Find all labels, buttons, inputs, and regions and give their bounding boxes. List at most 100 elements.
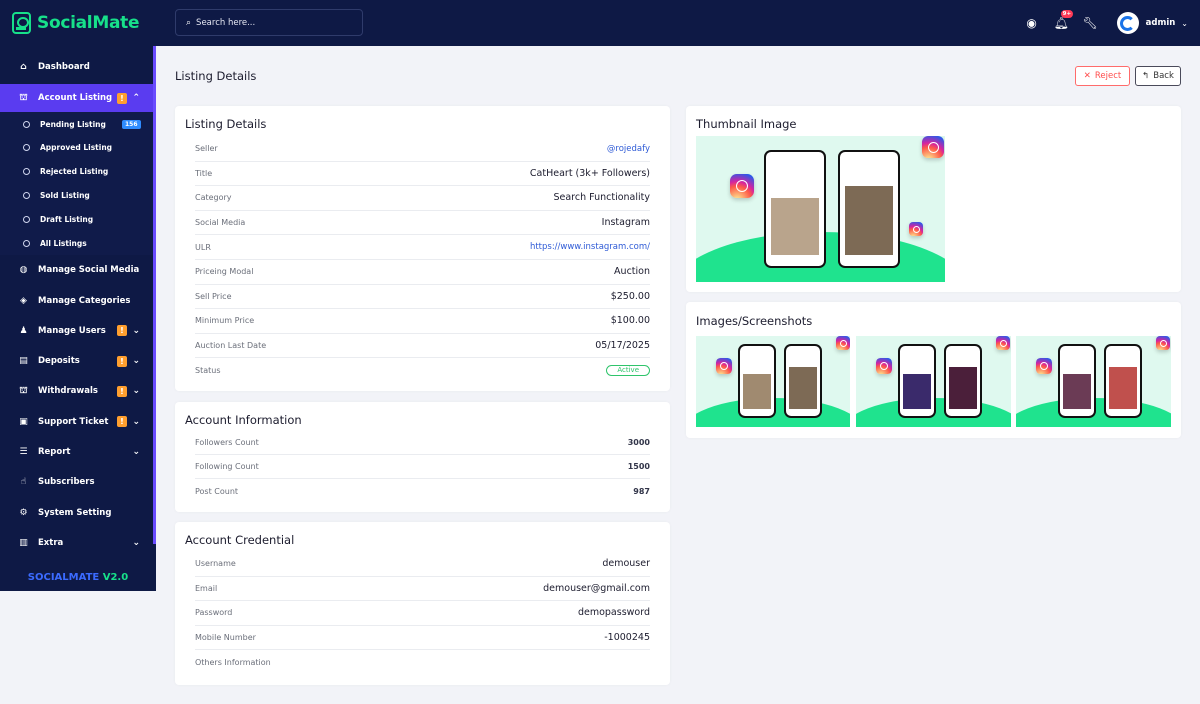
avatar[interactable] bbox=[1116, 12, 1139, 34]
info-value: 3000 bbox=[627, 438, 650, 447]
credential-row-others: Others Information bbox=[195, 650, 650, 675]
credential-label: Password bbox=[195, 608, 233, 618]
back-button[interactable]: ↰ Back bbox=[1135, 66, 1181, 86]
sidebar-item-manage-users[interactable]: ♟ Manage Users ! ⌄ bbox=[0, 316, 156, 346]
submenu-item-rejected-listing[interactable]: Rejected Listing bbox=[0, 160, 156, 184]
thumbnail-image[interactable] bbox=[696, 136, 945, 282]
submenu-item-draft-listing[interactable]: Draft Listing bbox=[0, 207, 156, 231]
detail-label: ULR bbox=[195, 242, 211, 252]
card-title: Account Information bbox=[185, 413, 302, 427]
warning-badge: ! bbox=[117, 416, 127, 428]
warning-badge: ! bbox=[117, 325, 127, 337]
sidebar-item-manage-categories[interactable]: ◈ Manage Categories bbox=[0, 285, 156, 315]
credential-label: Others Information bbox=[195, 658, 271, 668]
info-row-followers: Followers Count 3000 bbox=[195, 431, 650, 455]
detail-row-auction-last-date: Auction Last Date 05/17/2025 bbox=[195, 334, 650, 359]
instagram-icon bbox=[1156, 336, 1170, 350]
card-title: Thumbnail Image bbox=[696, 117, 797, 131]
sidebar-item-extra[interactable]: ▥ Extra ⌄ bbox=[0, 528, 156, 558]
seller-link[interactable]: @rojedafy bbox=[607, 144, 650, 154]
globe-language-icon[interactable]: ◉ bbox=[1025, 16, 1039, 30]
detail-label: Sell Price bbox=[195, 291, 232, 301]
account-credential-card: Account Credential Username demouser Ema… bbox=[175, 522, 670, 685]
url-link[interactable]: https://www.instagram.com/ bbox=[530, 242, 650, 252]
submenu-item-label: Pending Listing bbox=[40, 119, 106, 129]
screenshot-image[interactable] bbox=[856, 336, 1011, 427]
card-title: Images/Screenshots bbox=[696, 314, 813, 328]
info-label: Following Count bbox=[195, 462, 259, 471]
phone-mockup bbox=[838, 150, 900, 268]
warning-badge: ! bbox=[117, 92, 127, 104]
count-badge: 156 bbox=[122, 119, 141, 129]
detail-row-category: Category Search Functionality bbox=[195, 186, 650, 211]
bell-icon[interactable]: 🔔︎ 9+ bbox=[1054, 10, 1074, 30]
detail-row-title: Title CatHeart (3k+ Followers) bbox=[195, 162, 650, 187]
detail-value: $250.00 bbox=[610, 290, 650, 302]
search-box[interactable]: ⌕ bbox=[175, 9, 363, 36]
account-credential-list: Username demouser Email demouser@gmail.c… bbox=[175, 552, 670, 675]
card-title: Listing Details bbox=[185, 117, 267, 131]
sidebar-item-withdrawals[interactable]: ⛫ Withdrawals ! ⌄ bbox=[0, 376, 156, 406]
sidebar-item-dashboard[interactable]: ⌂ Dashboard bbox=[0, 52, 156, 82]
submenu-item-approved-listing[interactable]: Approved Listing bbox=[0, 136, 156, 160]
close-icon: ✕ bbox=[1083, 71, 1091, 81]
sidebar-item-label: Manage Social Media bbox=[38, 265, 140, 276]
screenshot-image[interactable] bbox=[696, 336, 850, 427]
instagram-icon bbox=[836, 336, 850, 350]
globe-icon: ◍ bbox=[19, 265, 28, 276]
sidebar-item-report[interactable]: ☰ Report ⌄ bbox=[0, 437, 156, 467]
credential-label: Email bbox=[195, 583, 218, 593]
sidebar-scrollbar[interactable] bbox=[153, 46, 156, 544]
credential-row-password: Password demopassword bbox=[195, 601, 650, 626]
sidebar-item-account-listing[interactable]: ⛫ Account Listing ! ⌃ bbox=[0, 84, 156, 113]
submenu-item-label: Approved Listing bbox=[40, 143, 113, 153]
sidebar-item-system-setting[interactable]: ⚙ System Setting bbox=[0, 497, 156, 527]
sidebar-item-manage-social-media[interactable]: ◍ Manage Social Media bbox=[0, 255, 156, 285]
warning-badge: ! bbox=[117, 385, 127, 397]
user-name[interactable]: admin bbox=[1146, 18, 1176, 28]
detail-row-url: ULR https://www.instagram.com/ bbox=[195, 235, 650, 260]
detail-label: Priceing Modal bbox=[195, 267, 254, 277]
detail-value: CatHeart (3k+ Followers) bbox=[529, 167, 650, 179]
brand[interactable]: SocialMate bbox=[0, 0, 156, 46]
circle-icon bbox=[23, 168, 30, 176]
phone-mockup bbox=[898, 344, 936, 418]
detail-label: Social Media bbox=[195, 218, 246, 228]
back-arrow-icon: ↰ bbox=[1142, 71, 1150, 81]
brand-name: SocialMate bbox=[37, 13, 140, 33]
circle-icon bbox=[23, 239, 30, 247]
circle-icon bbox=[23, 192, 30, 200]
detail-label: Seller bbox=[195, 144, 218, 154]
screenshot-image[interactable] bbox=[1016, 336, 1171, 427]
detail-label: Category bbox=[195, 193, 232, 203]
detail-value: Instagram bbox=[601, 217, 650, 229]
circle-icon bbox=[23, 215, 30, 223]
app-version: SOCIALMATE V2.0 bbox=[0, 572, 156, 583]
reject-button[interactable]: ✕ Reject bbox=[1075, 66, 1130, 86]
credential-value: demouser bbox=[602, 558, 650, 570]
detail-row-social-media: Social Media Instagram bbox=[195, 211, 650, 236]
submenu-item-pending-listing[interactable]: Pending Listing 156 bbox=[0, 112, 156, 136]
chevron-down-icon: ⌄ bbox=[132, 386, 140, 397]
layers-icon: ◈ bbox=[20, 295, 27, 306]
wrench-icon[interactable]: 🔧︎ bbox=[1083, 16, 1098, 30]
submenu-item-sold-listing[interactable]: Sold Listing bbox=[0, 184, 156, 208]
search-input[interactable] bbox=[196, 17, 347, 28]
thumbnail-card: Thumbnail Image bbox=[686, 106, 1181, 292]
detail-value: $100.00 bbox=[610, 315, 650, 327]
detail-value: 05/17/2025 bbox=[595, 340, 650, 352]
brand-logo-icon bbox=[12, 12, 31, 34]
version-prefix: SOCIALMATE bbox=[27, 572, 100, 583]
sidebar-item-subscribers[interactable]: ☝ Subscribers bbox=[0, 467, 156, 497]
submenu-item-all-listings[interactable]: All Listings bbox=[0, 231, 156, 255]
submenu-item-label: All Listings bbox=[40, 238, 87, 248]
submenu-item-label: Draft Listing bbox=[40, 214, 94, 224]
submenu-item-label: Sold Listing bbox=[40, 191, 90, 201]
chevron-down-icon[interactable]: ⌄ bbox=[1181, 19, 1188, 28]
sidebar-item-deposits[interactable]: ▤ Deposits ! ⌄ bbox=[0, 346, 156, 376]
submenu-item-label: Rejected Listing bbox=[40, 167, 109, 177]
sidebar-item-label: Extra bbox=[38, 537, 64, 548]
sidebar-item-support-ticket[interactable]: ▣ Support Ticket ! ⌄ bbox=[0, 407, 156, 437]
detail-label: Minimum Price bbox=[195, 316, 255, 326]
circle-icon bbox=[23, 120, 30, 128]
